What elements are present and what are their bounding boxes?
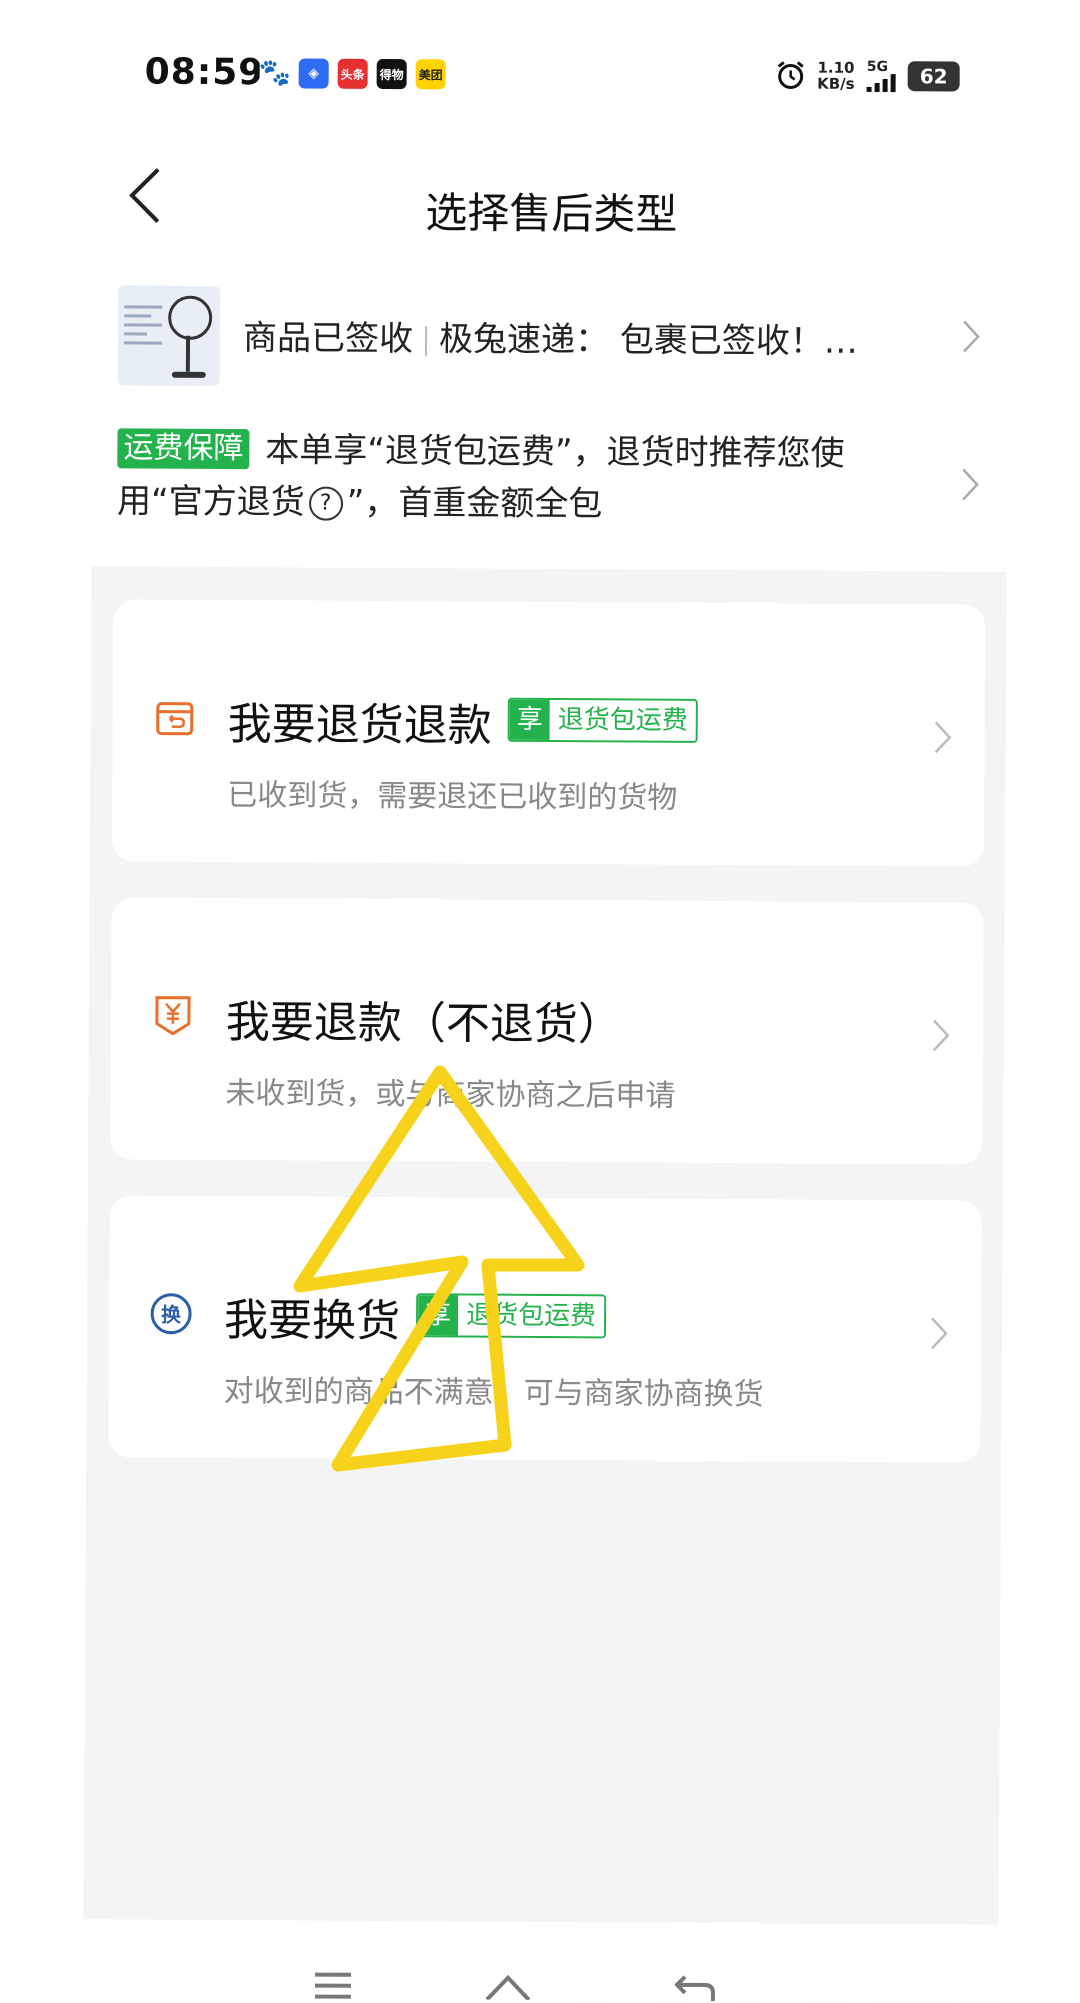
- page-title: 选择售后类型: [425, 188, 678, 239]
- status-bar: 08:59 🐾 ◈ 头条 得物 美团 1.10 KB/s 5G 62: [94, 19, 1010, 135]
- signed-status: 商品已签收: [242, 318, 414, 360]
- browser-icon: ◈: [298, 58, 329, 89]
- chevron-right-icon: [963, 320, 980, 353]
- phone-screen: 08:59 🐾 ◈ 头条 得物 美团 1.10 KB/s 5G 62 选择售后类…: [82, 19, 1010, 2003]
- signal-bars-icon: [866, 74, 896, 93]
- shipping-guarantee-notice[interactable]: 运费保障 本单享“退货包运费”，退货时推荐您使用“官方退货? ”，首重金额全包: [91, 401, 1008, 572]
- shipping-included-tag: 享 退货包运费: [507, 697, 698, 743]
- alarm-clock-icon: [777, 61, 804, 89]
- home-icon[interactable]: [483, 1972, 533, 2002]
- signal-indicator: 5G: [866, 58, 896, 93]
- svg-text:换: 换: [161, 1303, 182, 1327]
- meituan-icon: 美团: [415, 59, 446, 90]
- option-title: 我要退款（不退货）: [225, 997, 623, 1051]
- chevron-right-icon: [932, 1019, 950, 1052]
- product-status-row[interactable]: 商品已签收 极兔速递： 包裹已签收！…: [92, 259, 1009, 407]
- option-title: 我要换货: [223, 1295, 401, 1348]
- option-description: 已收到货，需要退还已收到的货物: [227, 778, 678, 816]
- option-description: 对收到的商品不满意，可与商家协商换货: [223, 1374, 764, 1413]
- refund-yen-icon: [155, 996, 191, 1036]
- network-speed: 1.10 KB/s: [817, 58, 855, 93]
- system-nav-bar: [82, 1919, 999, 2003]
- toutiao-icon: 头条: [337, 58, 368, 89]
- exchange-icon: 换: [150, 1293, 192, 1335]
- chevron-right-icon: [934, 721, 952, 754]
- option-title: 我要退货退款: [227, 699, 492, 752]
- option-description: 未收到货，或与商家协商之后申请: [225, 1076, 676, 1114]
- option-refund-only[interactable]: 我要退款（不退货） 未收到货，或与商家协商之后申请: [110, 897, 984, 1165]
- product-thumbnail: [117, 285, 221, 386]
- product-status-text: 商品已签收 极兔速递： 包裹已签收！…: [243, 310, 858, 363]
- chevron-right-icon: [930, 1317, 948, 1350]
- help-circle-icon[interactable]: ?: [308, 486, 343, 521]
- page-header: 选择售后类型: [93, 129, 1010, 266]
- shipping-notice-text: 运费保障 本单享“退货包运费”，退货时推荐您使用“官方退货? ”，首重金额全包: [116, 428, 845, 525]
- back-nav-icon[interactable]: [673, 1973, 717, 2003]
- dewu-icon: 得物: [376, 58, 407, 90]
- menu-icon[interactable]: [313, 1971, 353, 2001]
- network-type: 5G: [866, 58, 889, 76]
- shipping-included-tag: 享 退货包运费: [415, 1293, 607, 1339]
- option-exchange[interactable]: 换 我要换货 享 退货包运费 对收到的商品不满意，可与商家协商换货: [108, 1195, 982, 1463]
- status-right-group: 1.10 KB/s 5G 62: [775, 58, 960, 93]
- logistics-status: 极兔速递： 包裹已签收！…: [438, 319, 858, 362]
- divider: [424, 325, 428, 356]
- shipping-guarantee-badge: 运费保障: [117, 428, 250, 470]
- return-box-icon: [156, 702, 194, 736]
- baidu-icon: 🐾: [259, 58, 290, 89]
- chevron-right-icon: [962, 468, 979, 501]
- battery-icon: 62: [907, 61, 960, 92]
- clock: 08:59: [144, 51, 265, 94]
- notification-app-icons: 🐾 ◈ 头条 得物 美团: [259, 58, 446, 90]
- option-return-refund[interactable]: 我要退货退款 享 退货包运费 已收到货，需要退还已收到的货物: [111, 599, 986, 867]
